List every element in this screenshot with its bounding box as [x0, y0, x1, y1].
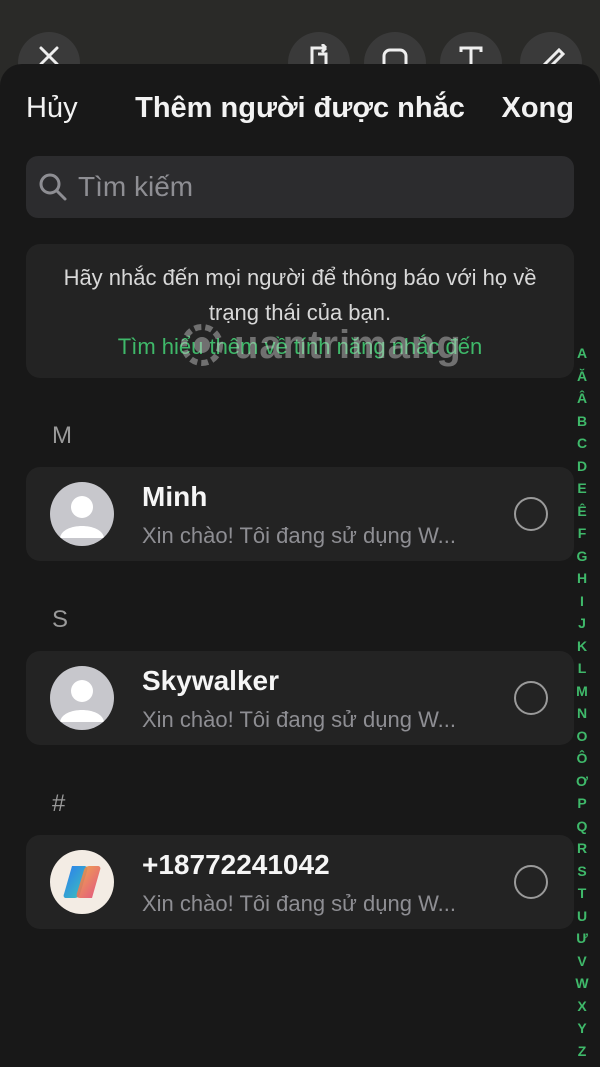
- index-letter[interactable]: J: [578, 612, 586, 635]
- contact-name: Skywalker: [142, 665, 279, 696]
- contact-status: Xin chào! Tôi đang sử dụng W...: [142, 707, 456, 732]
- contact-name: Minh: [142, 481, 208, 512]
- index-letter[interactable]: Q: [577, 815, 588, 838]
- copilot-logo-icon: [63, 866, 101, 898]
- index-letter[interactable]: Y: [577, 1017, 586, 1040]
- index-letter[interactable]: L: [578, 657, 587, 680]
- select-radio[interactable]: [514, 681, 548, 715]
- index-letter[interactable]: Ô: [577, 747, 588, 770]
- editor-toolbar: [0, 0, 600, 94]
- index-letter[interactable]: I: [580, 590, 584, 613]
- index-letter[interactable]: V: [577, 950, 586, 973]
- index-letter[interactable]: A: [577, 342, 587, 365]
- contact-status: Xin chào! Tôi đang sử dụng W...: [142, 523, 456, 548]
- select-radio[interactable]: [514, 497, 548, 531]
- alphabet-index[interactable]: AĂÂBCDEÊFGHIJKLMNOÔƠPQRSTUƯVWXYZ#: [570, 342, 594, 1067]
- index-letter[interactable]: M: [576, 680, 588, 703]
- search-input[interactable]: [78, 171, 558, 203]
- avatar: [50, 850, 114, 914]
- index-letter[interactable]: K: [577, 635, 587, 658]
- index-letter[interactable]: F: [578, 522, 587, 545]
- index-letter[interactable]: Ơ: [576, 770, 588, 793]
- mention-info-card: Hãy nhắc đến mọi người để thông báo với …: [26, 244, 574, 378]
- index-letter[interactable]: W: [575, 972, 588, 995]
- contact-row[interactable]: Skywalker Xin chào! Tôi đang sử dụng W..…: [26, 651, 574, 745]
- index-letter[interactable]: G: [577, 545, 588, 568]
- learn-more-link[interactable]: Tìm hiểu thêm về tính năng nhắc đến: [26, 330, 574, 364]
- index-letter[interactable]: Z: [578, 1040, 587, 1063]
- index-letter[interactable]: O: [577, 725, 588, 748]
- index-letter[interactable]: N: [577, 702, 587, 725]
- search-icon: [39, 173, 67, 201]
- index-letter[interactable]: U: [577, 905, 587, 928]
- contact-status: Xin chào! Tôi đang sử dụng W...: [142, 891, 456, 916]
- done-button[interactable]: Xong: [502, 92, 575, 125]
- index-letter[interactable]: D: [577, 455, 587, 478]
- index-letter[interactable]: R: [577, 837, 587, 860]
- index-letter[interactable]: P: [577, 792, 586, 815]
- index-letter[interactable]: T: [578, 882, 587, 905]
- avatar: [50, 482, 114, 546]
- index-letter[interactable]: Ư: [576, 927, 588, 950]
- mention-info-text: Hãy nhắc đến mọi người để thông báo với …: [63, 265, 537, 325]
- avatar: [50, 666, 114, 730]
- index-letter[interactable]: H: [577, 567, 587, 590]
- section-header-m: M: [52, 422, 72, 449]
- index-letter[interactable]: B: [577, 410, 587, 433]
- index-letter[interactable]: Ă: [577, 365, 587, 388]
- section-header-s: S: [52, 606, 69, 633]
- contact-row[interactable]: Minh Xin chào! Tôi đang sử dụng W...: [26, 467, 574, 561]
- nav-bar: Hủy Thêm người được nhắc Xong: [0, 64, 600, 154]
- index-letter[interactable]: X: [577, 995, 586, 1018]
- select-radio[interactable]: [514, 865, 548, 899]
- section-header-hash: #: [52, 790, 66, 817]
- index-letter[interactable]: S: [577, 860, 586, 883]
- person-icon: [60, 680, 104, 722]
- index-letter[interactable]: Â: [577, 387, 587, 410]
- index-letter[interactable]: Ê: [577, 500, 586, 523]
- person-icon: [60, 496, 104, 538]
- contact-row[interactable]: +18772241042 Xin chào! Tôi đang sử dụng …: [26, 835, 574, 929]
- index-letter[interactable]: #: [578, 1062, 586, 1067]
- search-bar[interactable]: [26, 156, 574, 218]
- index-letter[interactable]: C: [577, 432, 587, 455]
- mention-sheet: Hủy Thêm người được nhắc Xong Hãy nhắc đ…: [0, 64, 600, 1067]
- contact-name: +18772241042: [142, 849, 330, 880]
- index-letter[interactable]: E: [577, 477, 586, 500]
